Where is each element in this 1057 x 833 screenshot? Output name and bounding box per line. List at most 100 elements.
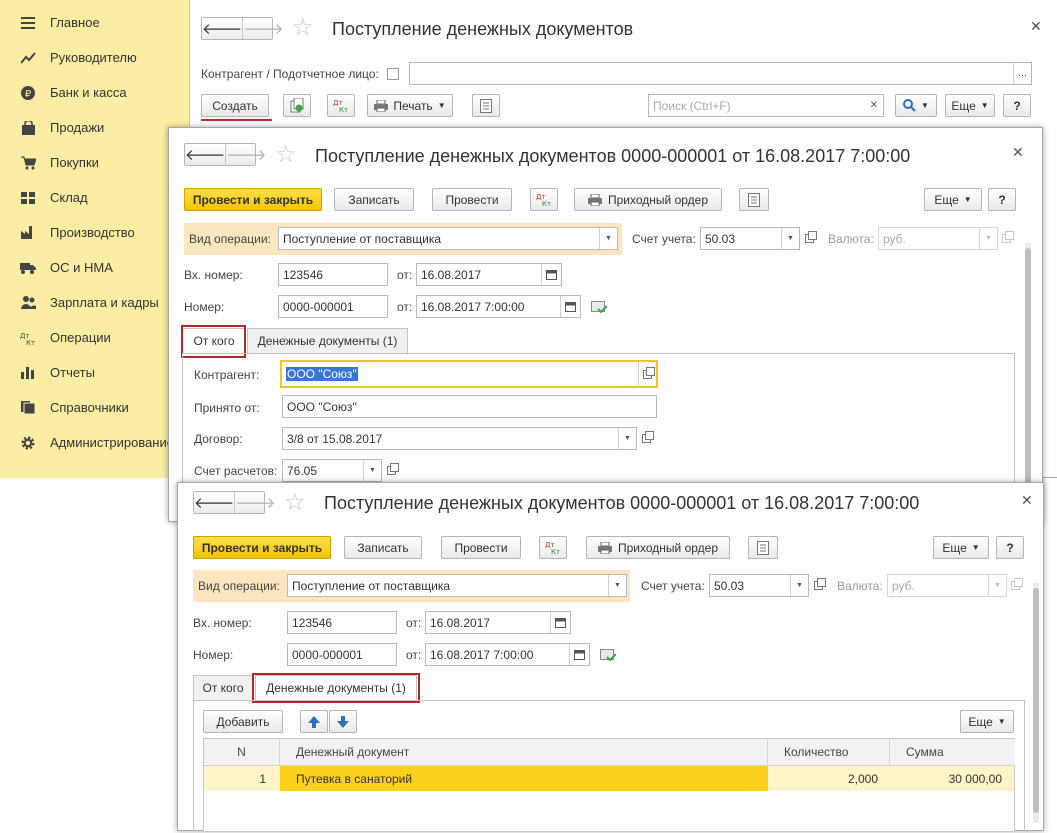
forward-arrow-icon[interactable]: 🡒 bbox=[226, 144, 266, 165]
incoming-date-field[interactable]: 16.08.2017 bbox=[416, 263, 562, 286]
more-button[interactable]: Еще ▼ bbox=[945, 94, 995, 117]
open-account-icon[interactable] bbox=[801, 227, 818, 250]
more-button[interactable]: Еще ▼ bbox=[924, 188, 982, 211]
back-arrow-icon[interactable]: 🡐 bbox=[185, 144, 227, 165]
create-button[interactable]: Создать bbox=[201, 94, 269, 117]
account-select[interactable]: 50.03 ▼ bbox=[700, 227, 800, 250]
number-field[interactable]: 0000-000001 bbox=[287, 643, 397, 666]
sidebar-item-operations[interactable]: Дт Кт Операции bbox=[0, 320, 190, 355]
receipt-order-button[interactable]: Приходный ордер bbox=[586, 536, 730, 559]
dt-kt-button[interactable]: Дт Кт bbox=[539, 536, 567, 559]
open-contract-icon[interactable] bbox=[638, 427, 655, 450]
calendar-icon[interactable] bbox=[560, 296, 580, 317]
forward-arrow-icon[interactable]: 🡒 bbox=[243, 18, 283, 39]
help-button[interactable]: ? bbox=[1003, 94, 1031, 117]
print-button[interactable]: Печать ▼ bbox=[367, 94, 453, 117]
move-down-button[interactable] bbox=[329, 710, 357, 733]
close-icon[interactable]: ✕ bbox=[1021, 492, 1033, 509]
search-input[interactable]: Поиск (Ctrl+F) ✕ bbox=[648, 94, 884, 117]
search-button[interactable]: ▼ bbox=[895, 94, 937, 117]
open-counterparty-icon[interactable] bbox=[639, 363, 656, 386]
cell-document[interactable]: Путевка в санаторий bbox=[280, 766, 768, 791]
sidebar-item-label: Производство bbox=[50, 225, 135, 240]
incoming-number-field[interactable]: 123546 bbox=[278, 263, 388, 286]
select-dots-icon[interactable]: … bbox=[1013, 63, 1031, 84]
more-button[interactable]: Еще ▼ bbox=[933, 536, 989, 559]
tab-from[interactable]: От кого bbox=[193, 675, 253, 700]
add-button[interactable]: Добавить bbox=[203, 710, 283, 733]
sidebar-item-bank[interactable]: ₽ Банк и касса bbox=[0, 75, 190, 110]
sidebar-item-assets[interactable]: ОС и НМА bbox=[0, 250, 190, 285]
incoming-number-field[interactable]: 123546 bbox=[287, 611, 397, 634]
post-button[interactable]: Провести bbox=[441, 536, 521, 559]
menu-icon bbox=[20, 15, 36, 31]
sidebar-item-warehouse[interactable]: Склад bbox=[0, 180, 190, 215]
move-up-button[interactable] bbox=[300, 710, 328, 733]
calendar-icon[interactable] bbox=[569, 644, 589, 665]
clear-search-icon[interactable]: ✕ bbox=[865, 95, 883, 116]
calendar-icon[interactable] bbox=[550, 612, 570, 633]
column-header-quantity[interactable]: Количество bbox=[768, 739, 890, 766]
forward-arrow-icon[interactable]: 🡒 bbox=[235, 492, 275, 513]
help-button[interactable]: ? bbox=[996, 536, 1024, 559]
report-button[interactable] bbox=[748, 536, 778, 559]
counterparty-filter-field[interactable]: … bbox=[409, 62, 1032, 85]
favorite-star-icon[interactable]: ☆ bbox=[292, 16, 314, 40]
date-field[interactable]: 16.08.2017 7:00:00 bbox=[425, 643, 590, 666]
sidebar-item-purchases[interactable]: Покупки bbox=[0, 145, 190, 180]
open-settlement-icon[interactable] bbox=[383, 459, 400, 482]
counterparty-filter-checkbox[interactable] bbox=[387, 68, 399, 80]
sidebar-item-production[interactable]: Производство bbox=[0, 215, 190, 250]
post-and-close-button[interactable]: Провести и закрыть bbox=[184, 188, 322, 211]
scrollbar-thumb[interactable] bbox=[1025, 248, 1031, 498]
sidebar-item-sales[interactable]: Продажи bbox=[0, 110, 190, 145]
back-arrow-icon[interactable]: 🡐 bbox=[194, 492, 236, 513]
sidebar-item-manager[interactable]: Руководителю bbox=[0, 40, 190, 75]
received-from-field[interactable]: ООО "Союз" bbox=[282, 395, 657, 418]
help-button[interactable]: ? bbox=[988, 188, 1016, 211]
calendar-icon[interactable] bbox=[541, 264, 561, 285]
settlement-account-select[interactable]: 76.05 ▼ bbox=[282, 459, 382, 482]
sidebar-item-reports[interactable]: Отчеты bbox=[0, 355, 190, 390]
sidebar-item-directories[interactable]: Справочники bbox=[0, 390, 190, 425]
sidebar-item-salary[interactable]: Зарплата и кадры bbox=[0, 285, 190, 320]
column-header-n[interactable]: N bbox=[204, 739, 280, 766]
money-documents-table: N Денежный документ Количество Сумма 1 П… bbox=[203, 738, 1015, 832]
open-account-icon[interactable] bbox=[810, 574, 827, 597]
favorite-star-icon[interactable]: ☆ bbox=[284, 491, 306, 515]
contract-select[interactable]: 3/8 от 15.08.2017 ▼ bbox=[282, 427, 637, 450]
report-button[interactable] bbox=[739, 188, 769, 211]
account-select[interactable]: 50.03 ▼ bbox=[709, 574, 809, 597]
operation-select[interactable]: Поступление от поставщика ▼ bbox=[287, 574, 627, 597]
dt-kt-button[interactable]: Дт Кт bbox=[327, 94, 355, 117]
number-field[interactable]: 0000-000001 bbox=[278, 295, 388, 318]
post-button[interactable]: Провести bbox=[432, 188, 512, 211]
favorite-star-icon[interactable]: ☆ bbox=[275, 143, 297, 167]
cell-sum[interactable]: 30 000,00 bbox=[890, 766, 1002, 791]
report-button[interactable] bbox=[472, 94, 500, 117]
tab-money-documents[interactable]: Денежные документы (1) bbox=[247, 328, 408, 353]
receipt-order-button[interactable]: Приходный ордер bbox=[574, 188, 722, 211]
table-row[interactable]: 1 Путевка в санаторий 2,000 30 000,00 bbox=[204, 766, 1014, 791]
table-more-button[interactable]: Еще ▼ bbox=[960, 710, 1014, 733]
sidebar-item-main[interactable]: Главное bbox=[0, 5, 190, 40]
date-field[interactable]: 16.08.2017 7:00:00 bbox=[416, 295, 581, 318]
dt-kt-button[interactable]: Дт Кт bbox=[530, 188, 558, 211]
copy-button[interactable] bbox=[283, 94, 311, 117]
incoming-date-field[interactable]: 16.08.2017 bbox=[425, 611, 571, 634]
column-header-document[interactable]: Денежный документ bbox=[280, 739, 768, 766]
cell-quantity[interactable]: 2,000 bbox=[768, 766, 878, 791]
save-button[interactable]: Записать bbox=[334, 188, 414, 211]
back-arrow-icon[interactable]: 🡐 bbox=[202, 18, 244, 39]
scrollbar-thumb[interactable] bbox=[1033, 588, 1039, 813]
sidebar-item-administration[interactable]: Администрирование bbox=[0, 425, 190, 460]
contract-label: Договор: bbox=[194, 432, 243, 446]
operation-select[interactable]: Поступление от поставщика ▼ bbox=[278, 227, 618, 250]
post-and-close-button[interactable]: Провести и закрыть bbox=[193, 536, 331, 559]
column-header-sum[interactable]: Сумма bbox=[890, 739, 1015, 766]
save-button[interactable]: Записать bbox=[344, 536, 422, 559]
counterparty-select[interactable]: ООО "Союз" ▼ bbox=[280, 360, 658, 388]
account-label: Счет учета: bbox=[641, 579, 705, 593]
close-icon[interactable]: ✕ bbox=[1012, 144, 1024, 161]
close-icon[interactable]: ✕ bbox=[1030, 18, 1042, 35]
